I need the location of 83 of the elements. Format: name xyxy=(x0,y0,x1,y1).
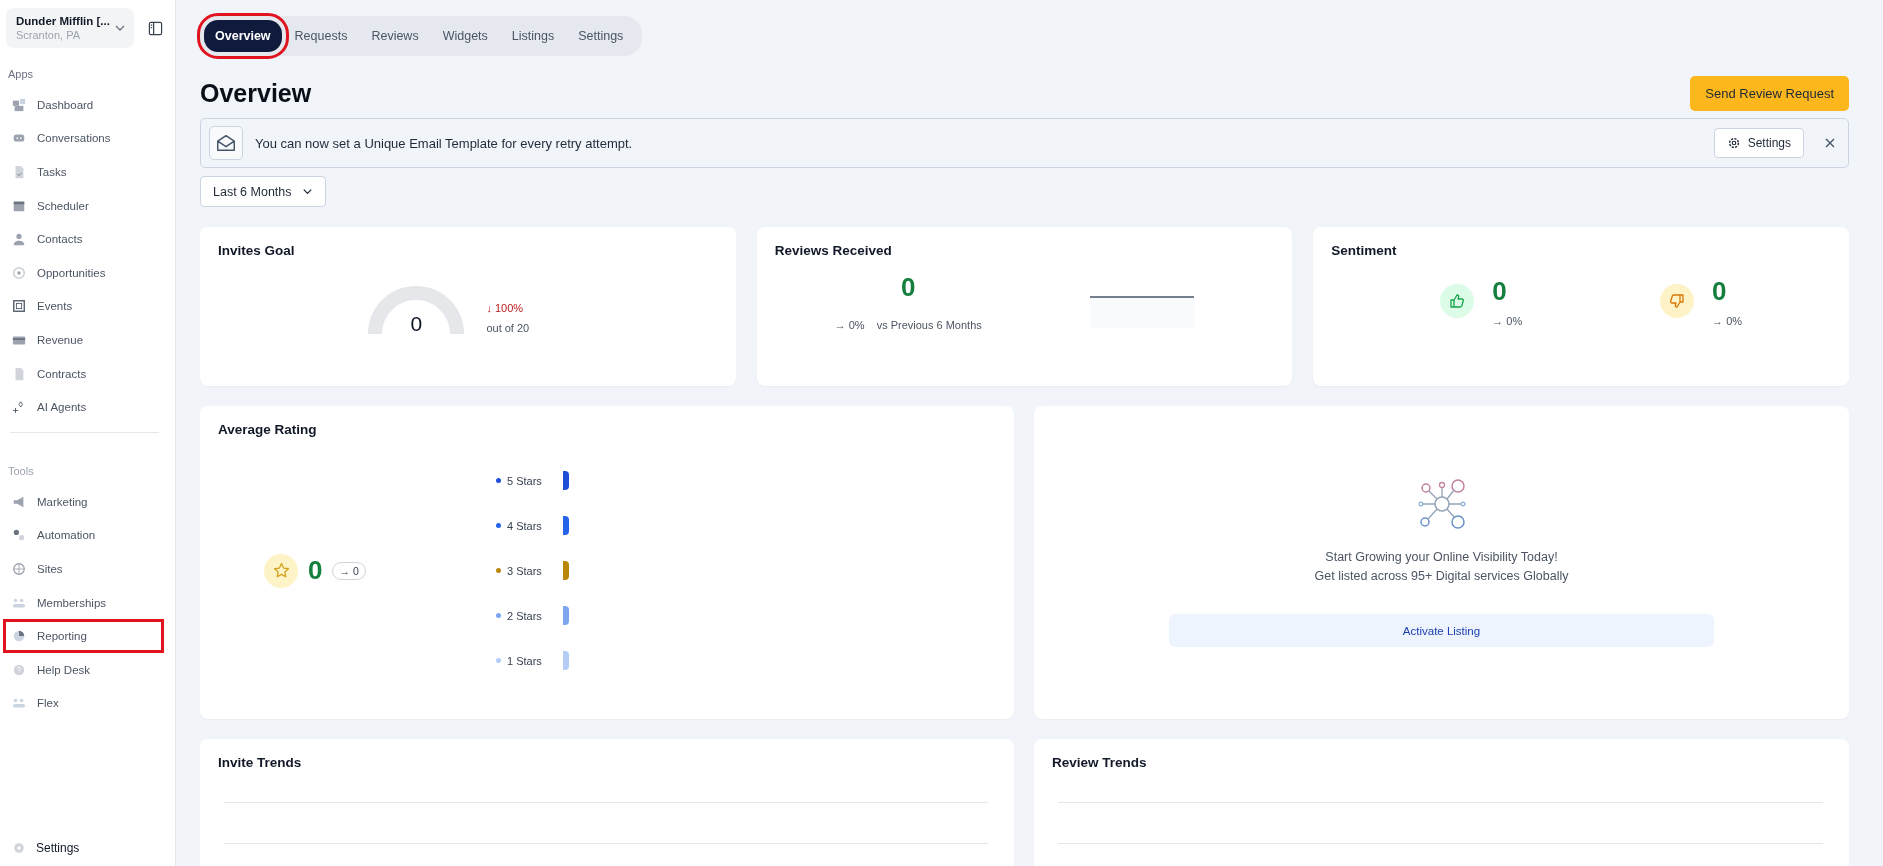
gear-icon xyxy=(1726,136,1741,150)
sidebar-item[interactable]: Scheduler xyxy=(3,188,164,223)
settings-link[interactable]: Settings xyxy=(6,836,169,860)
tab[interactable]: Settings xyxy=(567,20,635,52)
rating-label: 3 Stars xyxy=(507,564,543,577)
pie-chart-icon xyxy=(12,629,26,644)
sidebar-item[interactable]: Contracts xyxy=(3,356,164,391)
megaphone-icon xyxy=(12,494,26,509)
activate-listing-button[interactable]: Activate Listing xyxy=(1169,614,1714,647)
reviews-count: 0 xyxy=(901,272,916,303)
sidebar-item[interactable]: Contacts xyxy=(3,222,164,256)
sidebar-item[interactable]: Flex xyxy=(3,686,164,721)
rating-label: 2 Stars xyxy=(507,609,543,622)
comparison-label: vs Previous 6 Months xyxy=(876,319,982,331)
sidebar-item[interactable]: Opportunities xyxy=(3,255,164,290)
rating-bar xyxy=(563,606,569,625)
sentiment-count: 0 xyxy=(1492,276,1508,307)
sidebar-toggle-icon[interactable] xyxy=(148,20,163,36)
sidebar-item[interactable]: Sites xyxy=(3,552,164,586)
gauge-value: 0 xyxy=(409,312,424,336)
rating-bar xyxy=(563,651,569,670)
chevron-down-icon xyxy=(301,186,313,197)
settings-button[interactable]: Settings xyxy=(1713,128,1804,158)
sidebar-item[interactable]: Dashboard xyxy=(3,88,164,122)
sidebar-item[interactable]: Revenue xyxy=(3,323,164,357)
account-name: Dunder Mifflin [... xyxy=(16,15,110,27)
star-icon xyxy=(272,562,290,579)
envelope-icon xyxy=(215,132,237,154)
gears-icon xyxy=(12,528,26,543)
sidebar-item[interactable]: Help Desk xyxy=(3,652,164,687)
rating-bar xyxy=(563,516,569,535)
change-percent: → 0% xyxy=(834,319,865,331)
sidebar-item[interactable]: Events xyxy=(3,289,164,324)
network-drawing xyxy=(1415,478,1468,530)
change-percent: → 0% xyxy=(1492,315,1523,327)
tab[interactable]: Widgets xyxy=(431,20,499,52)
tab[interactable]: Listings xyxy=(500,20,566,52)
rating-bar xyxy=(563,561,569,580)
gear-icon xyxy=(12,841,26,855)
sidebar-item[interactable]: Automation xyxy=(3,518,164,553)
frame-icon xyxy=(12,299,26,314)
banner-message: You can now set a Unique Email Template for every retry attempt. xyxy=(255,135,634,151)
section-heading: Apps xyxy=(8,68,35,80)
sparkle-icon xyxy=(12,400,26,415)
average-rating-value: 0 xyxy=(308,555,323,586)
rating-bar xyxy=(563,471,569,490)
tab[interactable]: Reviews xyxy=(360,20,430,52)
promo-subline: Get listed across 95+ Digital services Globally xyxy=(1314,568,1569,585)
change-percent: ↓ 100% xyxy=(486,302,525,314)
sentiment-count: 0 xyxy=(1712,276,1728,307)
sidebar-item[interactable]: Tasks xyxy=(3,155,164,189)
section-heading: Tools xyxy=(8,464,35,477)
person-icon xyxy=(12,232,26,247)
thumbs-down-icon xyxy=(1669,293,1686,309)
card-title: Reviews Received xyxy=(774,243,893,258)
rating-label: 5 Stars xyxy=(507,474,543,487)
sidebar-item[interactable]: Conversations xyxy=(3,121,164,156)
dashboard-icon xyxy=(12,97,26,112)
account-switcher[interactable]: Dunder Mifflin [... Scranton, PA xyxy=(6,8,134,48)
card-title: Invite Trends xyxy=(218,755,303,770)
rating-label: 1 Stars xyxy=(507,654,543,667)
globe-icon xyxy=(12,561,26,576)
close-icon[interactable] xyxy=(1824,137,1836,149)
sidebar-item[interactable]: Marketing xyxy=(3,484,164,519)
card-title: Average Rating xyxy=(218,422,318,437)
help-icon xyxy=(12,662,26,677)
rating-label: 4 Stars xyxy=(507,519,543,532)
page-title: Overview xyxy=(200,78,312,108)
card-title: Invites Goal xyxy=(218,243,296,258)
account-location: Scranton, PA xyxy=(16,29,81,41)
send-review-request-button[interactable]: Send Review Request xyxy=(1690,75,1849,111)
promo-headline: Start Growing your Online Visibility Today! xyxy=(1324,549,1559,566)
goal-target: out of 20 xyxy=(486,322,530,334)
sidebar-item[interactable]: AI Agents xyxy=(3,390,164,424)
target-icon xyxy=(12,265,26,280)
thumbs-up-icon xyxy=(1449,293,1466,309)
sidebar-item[interactable]: Memberships xyxy=(3,585,164,620)
card-title: Review Trends xyxy=(1052,755,1148,770)
period-dropdown[interactable]: Last 6 Months xyxy=(200,176,326,207)
tab[interactable]: Requests xyxy=(283,20,359,52)
sidebar-item[interactable]: Reporting xyxy=(3,619,164,653)
change-percent: → 0% xyxy=(1712,315,1743,327)
card-title: Sentiment xyxy=(1331,243,1398,258)
